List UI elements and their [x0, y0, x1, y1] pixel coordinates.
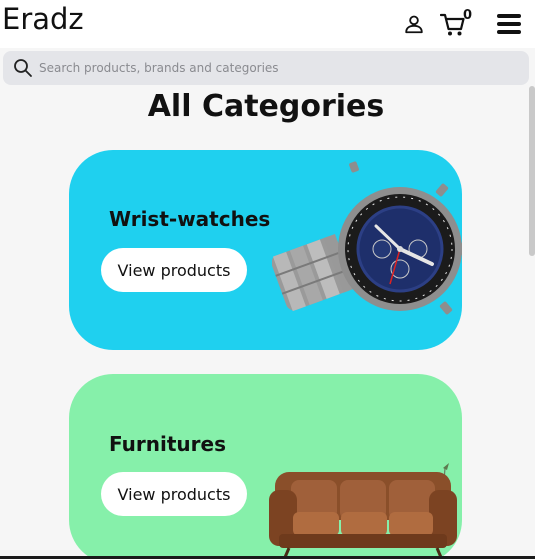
view-products-button[interactable]: View products — [101, 472, 247, 516]
category-card-wrist-watches[interactable]: Wrist-watches View products — [69, 150, 462, 350]
page-title: All Categories — [147, 89, 385, 124]
cart-count-badge: 0 — [463, 8, 473, 23]
search-input[interactable] — [39, 56, 509, 80]
scrollbar[interactable] — [529, 86, 535, 256]
sofa-image — [269, 463, 457, 559]
view-products-button[interactable]: View products — [101, 248, 247, 292]
search-bar — [3, 51, 529, 85]
category-title: Wrist-watches — [109, 207, 271, 231]
user-icon[interactable] — [403, 13, 425, 35]
hamburger-menu-icon[interactable] — [497, 14, 521, 36]
header: Eradz 0 — [0, 0, 535, 48]
wristwatch-image — [272, 161, 462, 315]
logo[interactable]: Eradz — [2, 2, 84, 36]
search-icon — [14, 59, 32, 77]
category-title: Furnitures — [109, 432, 226, 456]
category-card-furnitures[interactable]: Furnitures View products — [69, 374, 462, 559]
